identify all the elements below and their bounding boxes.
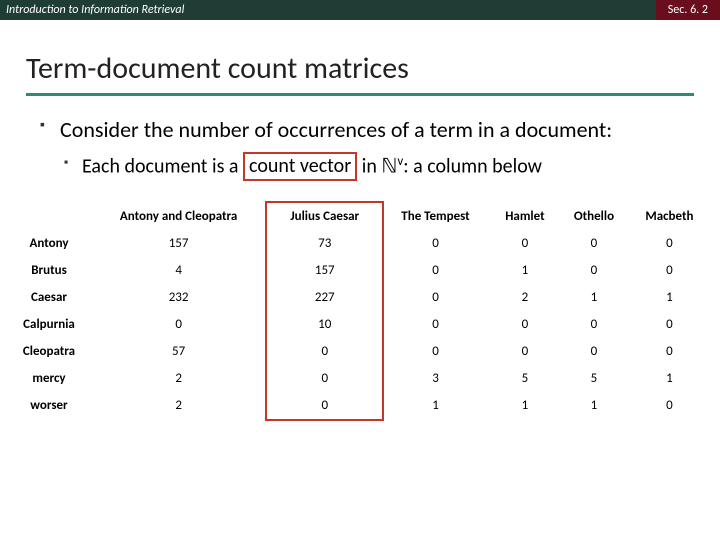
value-cell: 0: [559, 311, 629, 338]
table-header-row: Antony and Cleopatra Julius Caesar The T…: [10, 203, 710, 230]
table-row: Antony157730000: [10, 230, 710, 257]
value-cell: 0: [629, 392, 710, 419]
table-row: Cleopatra5700000: [10, 338, 710, 365]
value-cell: 0: [629, 257, 710, 284]
value-cell: 2: [88, 392, 269, 419]
bullet-list: Consider the number of occurrences of a …: [40, 116, 680, 179]
table-row: Caesar2322270211: [10, 284, 710, 311]
term-cell: Antony: [10, 230, 88, 257]
value-cell: 0: [491, 338, 559, 365]
bullet-main: Consider the number of occurrences of a …: [40, 116, 680, 179]
value-cell: 0: [380, 230, 490, 257]
col-header: Julius Caesar: [269, 203, 380, 230]
term-cell: Caesar: [10, 284, 88, 311]
value-cell: 0: [380, 311, 490, 338]
value-cell: 0: [491, 311, 559, 338]
value-cell: 0: [629, 311, 710, 338]
value-cell: 10: [269, 311, 380, 338]
sub-mid: in: [357, 154, 381, 178]
value-cell: 4: [88, 257, 269, 284]
value-cell: 57: [88, 338, 269, 365]
title-area: Term-document count matrices: [0, 20, 720, 102]
term-cell: mercy: [10, 365, 88, 392]
value-cell: 0: [559, 338, 629, 365]
sub-bullet-list: Each document is a count vector in ℕv: a…: [60, 154, 680, 180]
count-vector-box: count vector: [243, 152, 357, 181]
value-cell: 5: [559, 365, 629, 392]
value-cell: 2: [491, 284, 559, 311]
value-cell: 0: [380, 284, 490, 311]
col-header: Antony and Cleopatra: [88, 203, 269, 230]
bullet-main-text: Consider the number of occurrences of a …: [60, 116, 612, 143]
sub-bullet: Each document is a count vector in ℕv: a…: [60, 154, 680, 180]
value-cell: 2: [88, 365, 269, 392]
value-cell: 227: [269, 284, 380, 311]
value-cell: 1: [491, 257, 559, 284]
corner-cell: [10, 203, 88, 230]
section-badge: Sec. 6. 2: [656, 0, 720, 20]
value-cell: 73: [269, 230, 380, 257]
course-title: Introduction to Information Retrieval: [0, 3, 184, 17]
table-row: mercy203551: [10, 365, 710, 392]
value-cell: 0: [380, 338, 490, 365]
table-row: Brutus41570100: [10, 257, 710, 284]
col-header: Macbeth: [629, 203, 710, 230]
value-cell: 1: [491, 392, 559, 419]
value-cell: 157: [88, 230, 269, 257]
sub-prefix: Each document is a: [82, 154, 243, 178]
value-cell: 157: [269, 257, 380, 284]
value-cell: 0: [559, 230, 629, 257]
value-cell: 1: [559, 284, 629, 311]
term-cell: Cleopatra: [10, 338, 88, 365]
value-cell: 0: [269, 338, 380, 365]
col-header: Othello: [559, 203, 629, 230]
table-wrap: Antony and Cleopatra Julius Caesar The T…: [0, 179, 720, 419]
term-cell: worser: [10, 392, 88, 419]
term-doc-table: Antony and Cleopatra Julius Caesar The T…: [10, 203, 710, 419]
value-cell: 0: [629, 230, 710, 257]
col-header: The Tempest: [380, 203, 490, 230]
value-cell: 232: [88, 284, 269, 311]
value-cell: 0: [269, 392, 380, 419]
value-cell: 0: [88, 311, 269, 338]
value-cell: 1: [629, 284, 710, 311]
value-cell: 1: [380, 392, 490, 419]
value-cell: 5: [491, 365, 559, 392]
col-header: Hamlet: [491, 203, 559, 230]
value-cell: 3: [380, 365, 490, 392]
sub-suffix: : a column below: [403, 154, 542, 178]
term-cell: Brutus: [10, 257, 88, 284]
table-row: Calpurnia0100000: [10, 311, 710, 338]
value-cell: 0: [491, 230, 559, 257]
value-cell: 0: [629, 338, 710, 365]
natural-n: ℕ: [381, 155, 397, 177]
value-cell: 0: [269, 365, 380, 392]
table-row: worser201110: [10, 392, 710, 419]
value-cell: 0: [559, 257, 629, 284]
term-cell: Calpurnia: [10, 311, 88, 338]
content: Consider the number of occurrences of a …: [0, 102, 720, 179]
page-title: Term-document count matrices: [26, 50, 694, 96]
top-bar: Introduction to Information Retrieval Se…: [0, 0, 720, 20]
value-cell: 1: [629, 365, 710, 392]
value-cell: 1: [559, 392, 629, 419]
value-cell: 0: [380, 257, 490, 284]
